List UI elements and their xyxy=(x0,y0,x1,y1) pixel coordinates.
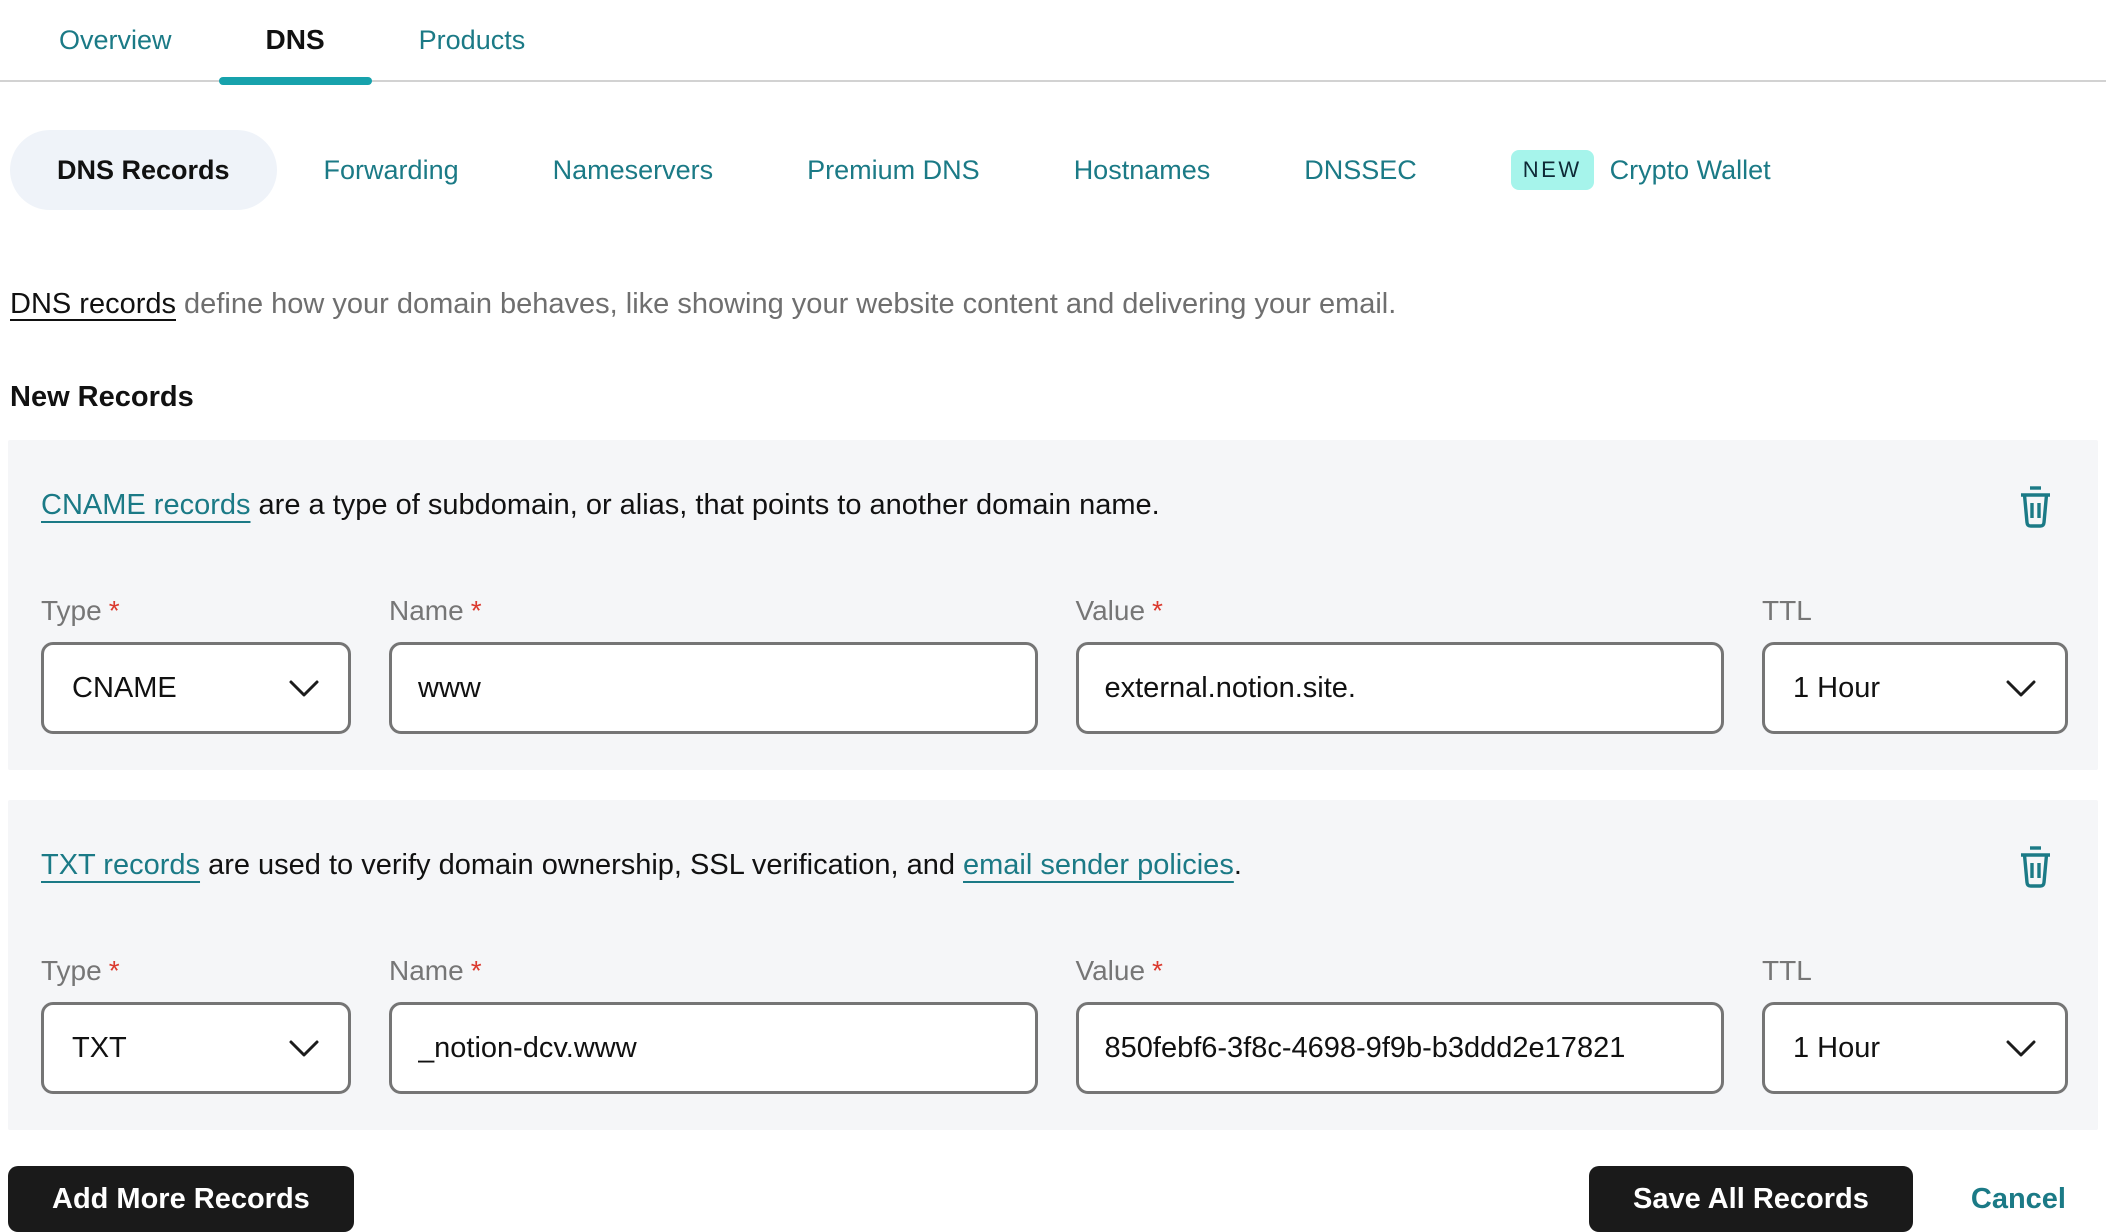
footer-actions: Add More Records Save All Records Cancel xyxy=(8,1166,2096,1232)
subtab-hostnames[interactable]: Hostnames xyxy=(1027,130,1258,210)
field-name: Name * xyxy=(389,955,1038,1094)
card-head: CNAME records are a type of subdomain, o… xyxy=(41,486,2068,533)
tab-products[interactable]: Products xyxy=(372,0,573,81)
required-asterisk: * xyxy=(1152,595,1163,626)
ttl-select[interactable]: 1 Hour xyxy=(1762,642,2068,734)
field-name: Name * xyxy=(389,595,1038,734)
type-select-value: CNAME xyxy=(72,671,177,704)
subtab-dns-records[interactable]: DNS Records xyxy=(10,130,277,210)
section-title: New Records xyxy=(10,381,194,413)
tab-dns[interactable]: DNS xyxy=(218,0,372,85)
chevron-down-icon xyxy=(289,680,319,696)
name-input[interactable] xyxy=(389,642,1038,734)
page-description: DNS records define how your domain behav… xyxy=(10,288,2096,321)
type-label: Type * xyxy=(41,955,351,987)
type-label: Type * xyxy=(41,595,351,627)
ttl-select[interactable]: 1 Hour xyxy=(1762,1002,2068,1094)
type-label-text: Type xyxy=(41,955,102,986)
name-label: Name * xyxy=(389,595,1038,627)
field-value: Value * xyxy=(1075,955,1725,1094)
subtab-dnssec[interactable]: DNSSEC xyxy=(1257,130,1464,210)
delete-txt-record-button[interactable] xyxy=(2015,842,2056,893)
field-ttl: TTL 1 Hour xyxy=(1762,595,2068,734)
email-sender-policies-link[interactable]: email sender policies xyxy=(963,849,1234,881)
field-type: Type * TXT xyxy=(41,955,351,1094)
trash-icon xyxy=(2021,486,2050,528)
type-label-text: Type xyxy=(41,595,102,626)
subtab-crypto-wallet-label: Crypto Wallet xyxy=(1609,154,1771,185)
cname-records-link[interactable]: CNAME records xyxy=(41,489,251,521)
chevron-down-icon xyxy=(2006,680,2036,696)
footer-right-actions: Save All Records Cancel xyxy=(1589,1166,2096,1232)
subtab-crypto-wallet[interactable]: NEW Crypto Wallet xyxy=(1464,130,1818,210)
ttl-label: TTL xyxy=(1762,595,2068,627)
record-card-txt: TXT records are used to verify domain ow… xyxy=(8,800,2098,1130)
value-input[interactable] xyxy=(1075,1002,1724,1094)
subtab-premium-dns[interactable]: Premium DNS xyxy=(760,130,1027,210)
record-card-cname: CNAME records are a type of subdomain, o… xyxy=(8,440,2098,770)
txt-description-suffix: . xyxy=(1233,849,1242,881)
cancel-link[interactable]: Cancel xyxy=(1971,1183,2066,1216)
ttl-select-value: 1 Hour xyxy=(1793,671,1881,704)
record-fields: Type* TXT Name* Value* TTL 1 Hour xyxy=(41,955,2068,1094)
txt-card-description: TXT records are used to verify domain ow… xyxy=(41,846,1272,885)
card-head: TXT records are used to verify domain ow… xyxy=(41,846,2068,893)
name-input[interactable] xyxy=(389,1002,1038,1094)
value-label-text: Value xyxy=(1075,955,1146,986)
dns-records-link[interactable]: DNS records xyxy=(10,288,176,320)
field-value: Value * xyxy=(1075,595,1725,734)
type-select[interactable]: CNAME xyxy=(41,642,351,734)
txt-records-link[interactable]: TXT records xyxy=(41,849,200,881)
name-label-text: Name xyxy=(389,595,464,626)
field-ttl: TTL 1 Hour xyxy=(1762,955,2068,1094)
ttl-label: TTL xyxy=(1762,955,2068,987)
trash-icon xyxy=(2021,846,2050,888)
ttl-label-text: TTL xyxy=(1762,595,1812,626)
save-all-records-button[interactable]: Save All Records xyxy=(1589,1166,1913,1232)
type-select-value: TXT xyxy=(72,1031,127,1064)
field-type: Type * CNAME xyxy=(41,595,351,734)
type-select[interactable]: TXT xyxy=(41,1002,351,1094)
record-fields: Type* CNAME Name* Value* TTL 1 Hour xyxy=(41,595,2068,734)
chevron-down-icon xyxy=(289,1040,319,1056)
required-asterisk: * xyxy=(470,955,482,986)
ttl-label-text: TTL xyxy=(1762,955,1812,986)
required-asterisk: * xyxy=(108,595,120,626)
add-more-records-button[interactable]: Add More Records xyxy=(8,1166,354,1232)
value-label: Value * xyxy=(1076,955,1725,987)
cname-description-text: are a type of subdomain, or alias, that … xyxy=(250,489,1160,521)
value-label-text: Value xyxy=(1075,595,1146,626)
name-label: Name * xyxy=(389,955,1038,987)
chevron-down-icon xyxy=(2006,1040,2036,1056)
required-asterisk: * xyxy=(1152,955,1163,986)
new-badge: NEW xyxy=(1510,150,1594,190)
cname-card-description: CNAME records are a type of subdomain, o… xyxy=(41,486,1190,525)
name-label-text: Name xyxy=(389,955,464,986)
subtab-forwarding[interactable]: Forwarding xyxy=(277,130,506,210)
subtab-nameservers[interactable]: Nameservers xyxy=(506,130,761,210)
ttl-select-value: 1 Hour xyxy=(1793,1031,1881,1064)
dns-section-tabs: DNS Records Forwarding Nameservers Premi… xyxy=(10,130,2106,210)
required-asterisk: * xyxy=(108,955,120,986)
txt-description-text: are used to verify domain ownership, SSL… xyxy=(200,849,964,881)
top-tab-bar: Overview DNS Products xyxy=(0,0,2106,85)
tab-overview[interactable]: Overview xyxy=(12,0,219,81)
required-asterisk: * xyxy=(470,595,482,626)
value-input[interactable] xyxy=(1075,642,1724,734)
value-label: Value * xyxy=(1076,595,1725,627)
delete-cname-record-button[interactable] xyxy=(2015,482,2056,533)
page-description-text: define how your domain behaves, like sho… xyxy=(176,288,1397,320)
